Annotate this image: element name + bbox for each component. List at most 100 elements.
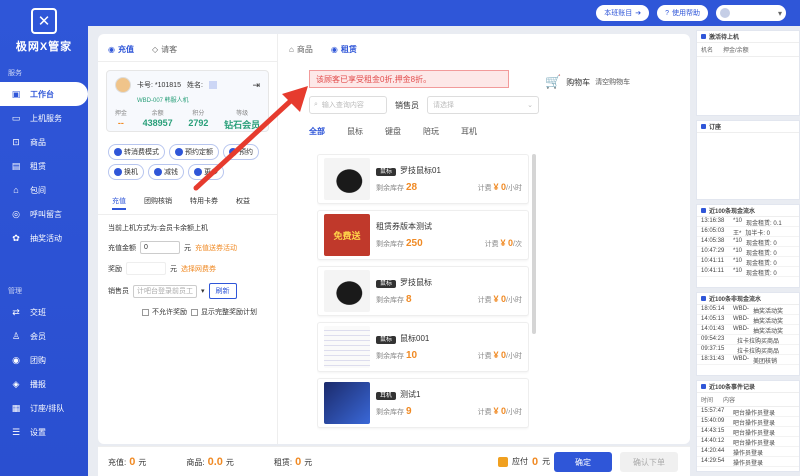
refresh-button[interactable]: 刷新 (208, 283, 237, 299)
calendar-icon: ▦ (11, 402, 21, 413)
category-headset[interactable]: 耳机 (461, 126, 477, 137)
sidebar-item-member[interactable]: ♙ 会员 (0, 324, 88, 348)
help-icon: ? (665, 9, 669, 17)
table-row: 14:01:43 WBD- 抽奖活动奖 (697, 325, 799, 335)
category-tabs: 全部 鼠标 键盘 陪玩 耳机 (309, 126, 477, 137)
name-mask (208, 81, 217, 89)
coupon-image: 免费送 (324, 214, 370, 256)
table-row: 15:40:09 吧台操作员登录 (697, 417, 799, 427)
sidebar-item-online[interactable]: ▭ 上机服务 (0, 106, 88, 130)
list-item[interactable]: 鼠标 罗技鼠标 剩余库存 8 计费 ¥ 0/小时 (317, 266, 529, 316)
clear-cart-button[interactable]: 清空购物车 (595, 77, 630, 87)
list-item[interactable]: 鼠标 罗技鼠标01 剩余库存 28 计费 ¥ 0/小时 (317, 154, 529, 204)
subtab-coupon[interactable]: 特用卡券 (190, 196, 218, 210)
cart-icon: ⊡ (12, 136, 20, 147)
table-row: 14:29:54 操作员登录 (697, 457, 799, 467)
subtab-groupbuy[interactable]: 团购核销 (144, 196, 172, 210)
table-row: 10:41:11 *10 现金租赁: 0 (697, 257, 799, 267)
sidebar-item-settings[interactable]: ☰ 设置 (0, 420, 88, 444)
consume-mode-button[interactable]: 转消费模式 (108, 144, 165, 160)
sidebar-item-lottery[interactable]: ✿ 抽奖活动 (0, 226, 88, 250)
sidebar-item-broadcast[interactable]: ◈ 播报 (0, 372, 88, 396)
logo-text: 极网X管家 (15, 41, 73, 53)
more-button[interactable]: 更多 (188, 164, 224, 180)
panel-icon (701, 124, 706, 129)
card-number: 卡号: *101815 (137, 82, 181, 89)
sidebar-item-rent[interactable]: ▤ 租赁 (0, 154, 88, 178)
clock-icon (175, 148, 183, 156)
home-icon: ▣ (11, 88, 21, 99)
calendar-icon (229, 148, 237, 156)
subtab-rights[interactable]: 权益 (236, 196, 250, 210)
help-button[interactable]: ? 使用帮助 (657, 5, 708, 21)
wallet-icon (498, 456, 508, 467)
sidebar-item-workbench[interactable]: ▣ 工作台 (0, 82, 88, 106)
more-icon (194, 168, 202, 176)
category-keyboard[interactable]: 键盘 (385, 126, 401, 137)
table-row: 14:43:15 吧台操作员登录 (697, 427, 799, 437)
sidebar-item-call[interactable]: ◎ 呼叫留言 (0, 202, 88, 226)
discount-alert: 该顾客已享受租金0折,押金8折。 (309, 70, 509, 88)
seller-select[interactable]: 请选择 ⌄ (427, 96, 539, 114)
recharge-form: 当前上机方式为:会员卡余额上机 充值金额 0 元 充值送券活动 奖励 元 选择网… (98, 215, 277, 333)
subtab-recharge[interactable]: 充值 (112, 196, 126, 210)
member-panel: ◉ 充值 ◇ 请客 卡号: *101815 姓名: ⇥ WBD-007 韩服人机 押… (98, 34, 278, 444)
shift-account-button[interactable]: 本班账目 ➔ (596, 5, 650, 21)
list-item[interactable]: 耳机 测试1 剩余库存 9 计费 ¥ 0/小时 (317, 378, 529, 428)
rent-icon: ▤ (11, 160, 21, 171)
topbar: 本班账目 ➔ ? 使用帮助 ▾ (88, 0, 800, 26)
swap-icon: ⇄ (12, 306, 20, 317)
logout-icon[interactable]: ⇥ (252, 80, 260, 91)
table-row: 14:05:38 *10 现金租赁: 0 (697, 237, 799, 247)
sidebar-item-groupbuy[interactable]: ◉ 团购 (0, 348, 88, 372)
chevron-down-icon: ⌄ (527, 102, 533, 109)
sidebar-item-shift[interactable]: ⇄ 交班 (0, 300, 88, 324)
recharge-promo-link[interactable]: 充值送券活动 (195, 243, 237, 253)
sidebar-item-room[interactable]: ⌂ 包间 (0, 178, 88, 202)
tab-goods[interactable]: ⌂ 商品 (289, 44, 313, 55)
reserve-fixed-button[interactable]: 预约定额 (169, 144, 219, 160)
reserve-button[interactable]: 预约 (223, 144, 259, 160)
stat-deposit: 押金 -- (114, 111, 127, 128)
minus-icon (154, 168, 162, 176)
bonus-coupon-link[interactable]: 选择网费券 (181, 264, 216, 274)
list-item[interactable]: 鼠标 鼠标001 剩余库存 10 计费 ¥ 0/小时 (317, 322, 529, 372)
list-item[interactable]: 免费送 租赁券版本测试 剩余库存 250 计费 ¥ 0/次 (317, 210, 529, 260)
tab-recharge[interactable]: ◉ 充值 (108, 44, 134, 55)
quick-actions: 转消费模式 预约定额 预约 换机 减钱 更多 (98, 140, 277, 184)
screenshot-image (324, 326, 370, 368)
tab-guest[interactable]: ◇ 请客 (152, 44, 177, 55)
swap-icon (114, 168, 122, 176)
recharge-amount-input[interactable]: 0 (140, 241, 180, 254)
section-service: 服务 (8, 70, 22, 77)
confirm-button[interactable]: 确定 (554, 452, 612, 472)
activation-panel: 激活待上机 机名 押金/余额 (696, 30, 800, 116)
machine-badge: WBD-007 韩服人机 (137, 98, 189, 104)
cart-icon: 🛒 (545, 74, 562, 89)
switch-machine-button[interactable]: 换机 (108, 164, 144, 180)
bonus-input[interactable] (126, 262, 166, 275)
mode-icon (114, 148, 122, 156)
recharge-hint: 当前上机方式为:会员卡余额上机 (108, 225, 208, 232)
deduct-button[interactable]: 减钱 (148, 164, 184, 180)
product-list: 鼠标 罗技鼠标01 剩余库存 28 计费 ¥ 0/小时 免费送 租赁券版本测试 剩余… (317, 154, 529, 444)
place-order-button[interactable]: 确认下单 (620, 452, 678, 472)
search-input[interactable]: ⌕ 输入查询内容 (309, 96, 387, 114)
search-icon: ⌕ (314, 101, 318, 108)
rental-panel: ⌂ 商品 ◉ 租赁 该顾客已享受租金0折,押金8折。 ⌕ 输入查询内容 销售员 请选择… (279, 34, 539, 444)
user-menu[interactable]: ▾ (716, 5, 786, 21)
member-card: 卡号: *101815 姓名: ⇥ WBD-007 韩服人机 押金 -- 余额 43… (106, 70, 269, 132)
name-label: 姓名: (186, 82, 203, 89)
chat-icon: ◎ (12, 208, 20, 219)
speaker-icon: ◈ (12, 378, 20, 389)
cashier-select[interactable]: 计吧台登录前员工 (133, 284, 197, 298)
category-mouse[interactable]: 鼠标 (347, 126, 363, 137)
scrollbar[interactable] (532, 154, 536, 334)
show-plan-checkbox[interactable]: 显示完整奖励计划 (191, 307, 257, 317)
category-all[interactable]: 全部 (309, 126, 325, 137)
sidebar-item-booking[interactable]: ▦ 订座/排队 (0, 396, 88, 420)
no-bonus-checkbox[interactable]: 不允许奖励 (142, 307, 187, 317)
category-companion[interactable]: 陪玩 (423, 126, 439, 137)
sidebar-item-goods[interactable]: ⊡ 商品 (0, 130, 88, 154)
tab-rent[interactable]: ◉ 租赁 (331, 44, 357, 55)
